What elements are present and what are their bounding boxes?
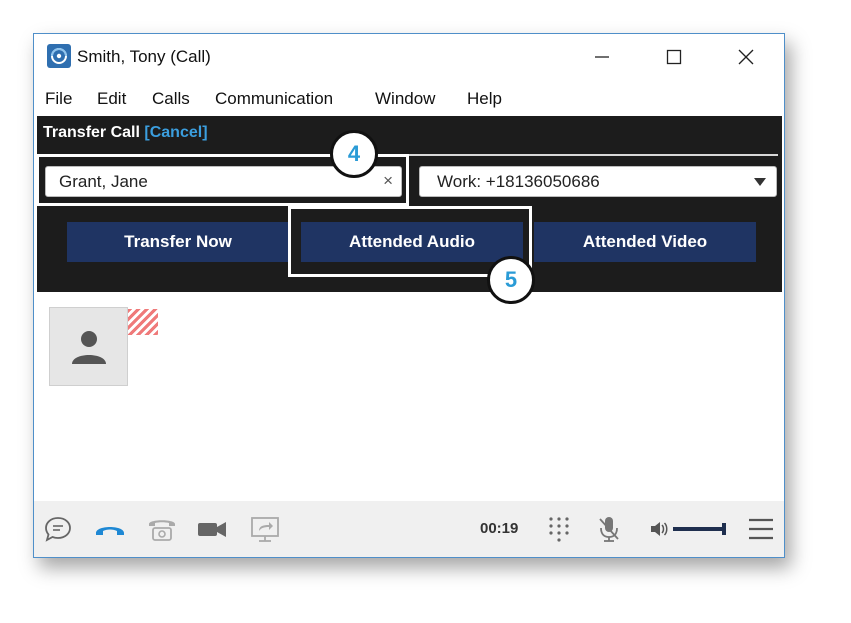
more-menu-button[interactable] (746, 514, 776, 544)
maximize-icon (666, 49, 682, 65)
avatar[interactable] (49, 307, 128, 386)
hangup-button[interactable] (93, 514, 127, 544)
call-window: Smith, Tony (Call) File Edit Calls Commu… (33, 33, 785, 558)
callout-step-5: 5 (487, 256, 535, 304)
menu-file[interactable]: File (45, 89, 72, 109)
chat-icon (45, 517, 71, 542)
number-select[interactable]: Work: +18136050686 (419, 166, 777, 197)
dialpad-icon (549, 517, 569, 542)
phone-icon (149, 520, 175, 541)
video-button[interactable] (195, 514, 229, 544)
close-button[interactable] (726, 44, 766, 70)
minimize-button[interactable] (582, 44, 622, 70)
attended-video-button[interactable]: Attended Video (534, 222, 756, 262)
title-bar[interactable]: Smith, Tony (Call) (34, 34, 784, 80)
window-title: Smith, Tony (Call) (77, 47, 211, 66)
phone-button[interactable] (145, 514, 179, 544)
call-timer: 00:19 (480, 520, 519, 537)
chevron-down-icon (754, 178, 766, 186)
transfer-title-row: Transfer Call [Cancel] (43, 124, 208, 142)
dialpad-button[interactable] (545, 514, 573, 544)
menu-icon (749, 518, 773, 540)
cancel-link[interactable]: [Cancel] (144, 124, 207, 141)
mute-button[interactable] (595, 514, 623, 544)
screen-share-icon (251, 517, 279, 542)
menu-window[interactable]: Window (375, 89, 435, 109)
video-icon (198, 522, 226, 537)
hangup-icon (96, 527, 124, 535)
call-controls-bar: 00:19 (34, 501, 784, 557)
menu-communication[interactable]: Communication (215, 89, 333, 109)
maximize-button[interactable] (654, 44, 694, 70)
chat-button[interactable] (43, 514, 73, 544)
volume-control[interactable] (648, 514, 728, 544)
volume-icon (651, 522, 726, 536)
app-logo-icon (47, 44, 71, 68)
minimize-icon (595, 56, 609, 58)
screen-share-button[interactable] (248, 514, 282, 544)
menu-help[interactable]: Help (467, 89, 502, 109)
callout-step-4: 4 (330, 130, 378, 178)
close-icon (738, 49, 754, 65)
menu-edit[interactable]: Edit (97, 89, 126, 109)
transfer-title: Transfer Call (43, 124, 140, 141)
number-select-value: Work: +18136050686 (437, 172, 600, 191)
mute-icon (599, 517, 619, 542)
menu-calls[interactable]: Calls (152, 89, 190, 109)
person-icon (72, 331, 106, 364)
status-indicator (128, 309, 158, 335)
menu-bar: File Edit Calls Communication Window Hel… (34, 86, 784, 114)
transfer-now-button[interactable]: Transfer Now (67, 222, 289, 262)
